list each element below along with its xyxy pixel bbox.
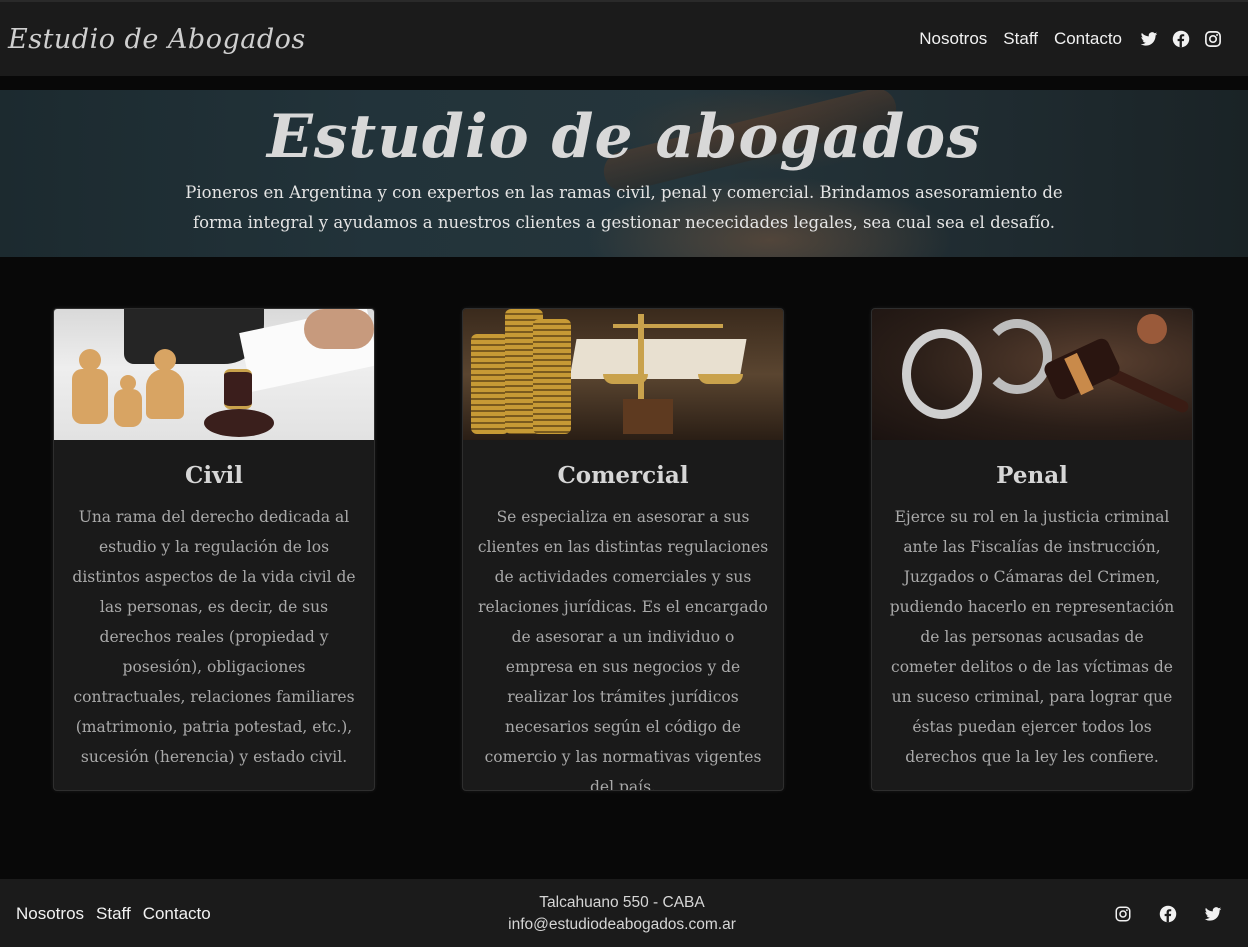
hero-title: Estudio de abogados	[267, 102, 981, 172]
nav-social-icons	[1140, 30, 1222, 48]
instagram-icon[interactable]	[1114, 905, 1132, 923]
nav-menu: Nosotros Staff Contacto	[919, 29, 1222, 49]
hero-description: Pioneros en Argentina y con expertos en …	[185, 183, 1063, 232]
civil-image	[54, 309, 374, 440]
footer-email[interactable]: info@estudiodeabogados.com.ar	[0, 914, 1244, 936]
penal-image	[872, 309, 1192, 440]
navbar: Estudio de Abogados Nosotros Staff Conta…	[0, 0, 1248, 76]
card-penal: Penal Ejerce su rol en la justicia crimi…	[871, 308, 1193, 791]
card-text: Una rama del derecho dedicada al estudio…	[72, 508, 356, 766]
card-text: Ejerce su rol en la justicia criminal an…	[889, 508, 1175, 766]
facebook-icon[interactable]	[1159, 905, 1177, 923]
card-title: Civil	[185, 462, 243, 489]
hero-banner: Estudio de abogados Pioneros en Argentin…	[0, 90, 1248, 257]
footer: Nosotros Staff Contacto Talcahuano 550 -…	[0, 879, 1248, 947]
footer-social-icons	[1114, 905, 1222, 923]
brand-logo[interactable]: Estudio de Abogados	[8, 24, 306, 55]
card-title: Comercial	[557, 462, 689, 489]
facebook-icon[interactable]	[1172, 30, 1190, 48]
card-comercial: Comercial Se especializa en asesorar a s…	[462, 308, 784, 791]
card-civil: Civil Una rama del derecho dedicada al e…	[53, 308, 375, 791]
instagram-icon[interactable]	[1204, 30, 1222, 48]
nav-link-contacto[interactable]: Contacto	[1054, 29, 1122, 49]
footer-contact: Talcahuano 550 - CABA info@estudiodeabog…	[0, 892, 1244, 936]
footer-address: Talcahuano 550 - CABA	[539, 894, 705, 911]
comercial-image	[463, 309, 783, 440]
twitter-icon[interactable]	[1204, 905, 1222, 923]
card-text: Se especializa en asesorar a sus cliente…	[477, 508, 769, 791]
twitter-icon[interactable]	[1140, 30, 1158, 48]
nav-link-staff[interactable]: Staff	[1003, 29, 1038, 49]
nav-link-nosotros[interactable]: Nosotros	[919, 29, 987, 49]
card-title: Penal	[996, 462, 1068, 489]
